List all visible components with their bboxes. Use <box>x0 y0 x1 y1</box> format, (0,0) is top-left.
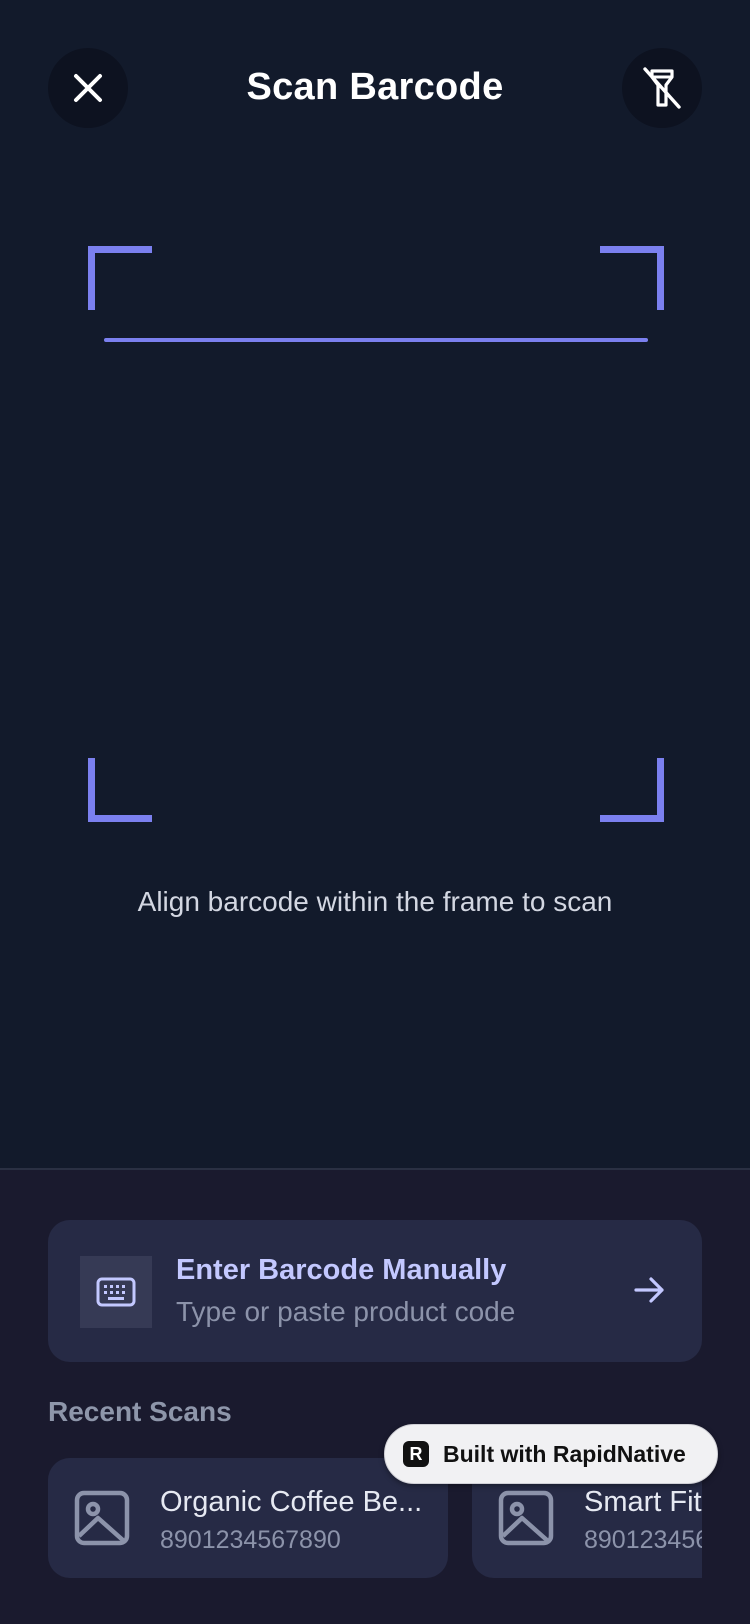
flash-off-icon <box>643 67 681 109</box>
image-icon <box>74 1490 130 1546</box>
frame-corner-bottom-right <box>600 758 664 822</box>
frame-corner-top-right <box>600 246 664 310</box>
arrow-right-icon <box>634 1277 664 1303</box>
scan-line <box>104 338 648 342</box>
keyboard-icon-box <box>80 1256 152 1328</box>
frame-corner-bottom-left <box>88 758 152 822</box>
manual-entry-subtitle: Type or paste product code <box>176 1296 516 1327</box>
flash-toggle-button[interactable] <box>622 48 702 128</box>
recent-scan-name: Smart Fit <box>584 1486 702 1518</box>
header-bar: Scan Barcode <box>0 0 750 180</box>
bottom-sheet: Enter Barcode Manually Type or paste pro… <box>0 1168 750 1624</box>
manual-entry-title: Enter Barcode Manually <box>176 1254 507 1286</box>
badge-text: Built with RapidNative <box>443 1440 686 1467</box>
recent-scans-heading: Recent Scans <box>48 1396 232 1427</box>
built-with-badge[interactable]: R Built with RapidNative <box>384 1424 718 1484</box>
recent-scan-item[interactable]: Organic Coffee Be... 8901234567890 <box>48 1458 448 1578</box>
enter-manually-button[interactable]: Enter Barcode Manually Type or paste pro… <box>48 1220 702 1362</box>
image-icon <box>498 1490 554 1546</box>
frame-corner-top-left <box>88 246 152 310</box>
rapidnative-logo: R <box>403 1441 429 1467</box>
recent-scan-name: Organic Coffee Be... <box>160 1486 423 1518</box>
recent-scan-code: 890123456 <box>584 1526 702 1554</box>
recent-scan-code: 8901234567890 <box>160 1526 341 1554</box>
scan-hint: Align barcode within the frame to scan <box>137 886 613 917</box>
keyboard-icon <box>96 1277 136 1307</box>
scan-frame <box>88 246 664 822</box>
